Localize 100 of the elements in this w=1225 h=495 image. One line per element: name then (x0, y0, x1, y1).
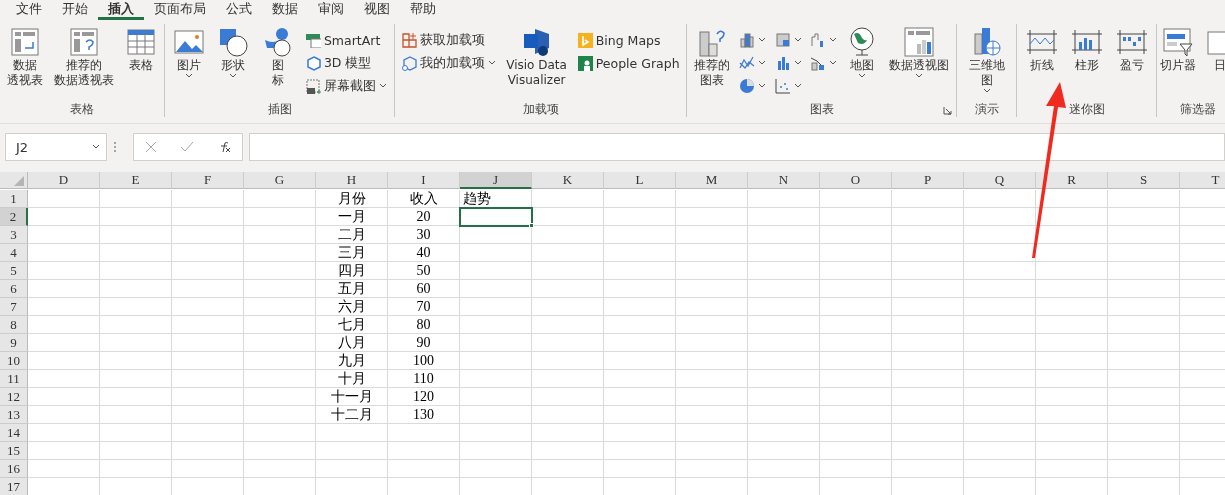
table-cell[interactable] (892, 316, 964, 334)
row-header[interactable]: 4 (0, 244, 28, 262)
check-icon[interactable] (180, 141, 194, 153)
table-cell[interactable] (532, 406, 604, 424)
column-header[interactable]: J (460, 172, 532, 189)
table-cell[interactable] (604, 244, 676, 262)
table-cell[interactable] (1036, 352, 1108, 370)
table-cell[interactable] (676, 388, 748, 406)
table-cell[interactable]: 五月 (316, 280, 388, 298)
name-box[interactable]: J2 (5, 133, 107, 161)
table-cell[interactable] (460, 406, 532, 424)
menu-tab[interactable]: 页面布局 (144, 0, 216, 20)
table-cell[interactable] (460, 442, 532, 460)
table-cell[interactable] (100, 316, 172, 334)
table-cell[interactable] (100, 370, 172, 388)
ribbon-button[interactable]: 数据透视图 (885, 24, 952, 79)
column-header[interactable]: I (388, 172, 460, 189)
table-cell[interactable] (676, 298, 748, 316)
table-cell[interactable] (892, 190, 964, 208)
table-cell[interactable] (604, 280, 676, 298)
table-cell[interactable] (460, 280, 532, 298)
select-all-icon[interactable] (14, 176, 24, 186)
table-cell[interactable] (172, 226, 244, 244)
table-cell[interactable] (676, 406, 748, 424)
menu-tab[interactable]: 帮助 (400, 0, 446, 20)
table-cell[interactable] (748, 370, 820, 388)
table-cell[interactable] (28, 442, 100, 460)
table-cell[interactable] (676, 424, 748, 442)
table-cell[interactable] (28, 334, 100, 352)
table-cell[interactable] (892, 208, 964, 226)
table-cell[interactable] (604, 316, 676, 334)
column-header[interactable]: H (316, 172, 388, 189)
table-cell[interactable] (1108, 406, 1180, 424)
table-cell[interactable] (460, 316, 532, 334)
table-cell[interactable]: 100 (388, 352, 460, 370)
table-cell[interactable] (748, 424, 820, 442)
table-cell[interactable]: 70 (388, 298, 460, 316)
table-cell[interactable] (460, 244, 532, 262)
table-cell[interactable] (244, 424, 316, 442)
table-cell[interactable] (244, 298, 316, 316)
column-header[interactable]: K (532, 172, 604, 189)
table-cell[interactable] (172, 370, 244, 388)
table-cell[interactable] (820, 424, 892, 442)
table-cell[interactable] (604, 406, 676, 424)
table-cell[interactable] (244, 316, 316, 334)
table-cell[interactable] (244, 190, 316, 208)
table-cell[interactable] (676, 316, 748, 334)
row-header[interactable]: 14 (0, 424, 28, 442)
table-cell[interactable] (316, 442, 388, 460)
table-cell[interactable]: 30 (388, 226, 460, 244)
table-cell[interactable]: 一月 (316, 208, 388, 226)
table-cell[interactable] (604, 208, 676, 226)
table-cell[interactable] (1036, 388, 1108, 406)
table-cell[interactable] (100, 442, 172, 460)
table-cell[interactable] (316, 460, 388, 478)
ribbon-button[interactable]: 图 标 (258, 24, 297, 88)
table-cell[interactable]: 趋势 (460, 190, 532, 208)
table-cell[interactable] (676, 190, 748, 208)
table-cell[interactable] (460, 352, 532, 370)
table-cell[interactable] (1108, 424, 1180, 442)
row-header[interactable]: 9 (0, 334, 28, 352)
table-cell[interactable] (100, 334, 172, 352)
table-cell[interactable]: 六月 (316, 298, 388, 316)
table-cell[interactable] (820, 298, 892, 316)
table-cell[interactable] (100, 460, 172, 478)
table-cell[interactable] (28, 190, 100, 208)
table-cell[interactable]: 三月 (316, 244, 388, 262)
table-cell[interactable] (892, 388, 964, 406)
table-cell[interactable] (532, 460, 604, 478)
table-cell[interactable] (172, 388, 244, 406)
table-cell[interactable] (244, 370, 316, 388)
table-cell[interactable] (748, 316, 820, 334)
table-cell[interactable] (964, 442, 1036, 460)
table-cell[interactable] (892, 244, 964, 262)
table-cell[interactable] (172, 190, 244, 208)
row-header[interactable]: 5 (0, 262, 28, 280)
table-cell[interactable] (892, 298, 964, 316)
table-cell[interactable] (1108, 244, 1180, 262)
table-cell[interactable] (1036, 460, 1108, 478)
table-cell[interactable] (460, 388, 532, 406)
table-cell[interactable] (1108, 190, 1180, 208)
table-cell[interactable] (388, 442, 460, 460)
table-cell[interactable] (460, 370, 532, 388)
ribbon-button[interactable]: 三维地 图 (965, 24, 1008, 94)
table-cell[interactable] (748, 190, 820, 208)
table-cell[interactable] (1108, 226, 1180, 244)
ribbon-button[interactable]: SmartArt (302, 30, 389, 50)
table-cell[interactable] (604, 298, 676, 316)
table-cell[interactable] (604, 226, 676, 244)
table-cell[interactable] (676, 280, 748, 298)
table-cell[interactable] (244, 352, 316, 370)
table-cell[interactable]: 十一月 (316, 388, 388, 406)
table-cell[interactable] (820, 262, 892, 280)
table-cell[interactable] (172, 442, 244, 460)
table-cell[interactable] (28, 280, 100, 298)
table-cell[interactable] (604, 190, 676, 208)
table-cell[interactable] (532, 226, 604, 244)
table-cell[interactable] (100, 244, 172, 262)
table-cell[interactable] (172, 280, 244, 298)
ribbon-button[interactable]: 屏幕截图 (302, 76, 389, 96)
